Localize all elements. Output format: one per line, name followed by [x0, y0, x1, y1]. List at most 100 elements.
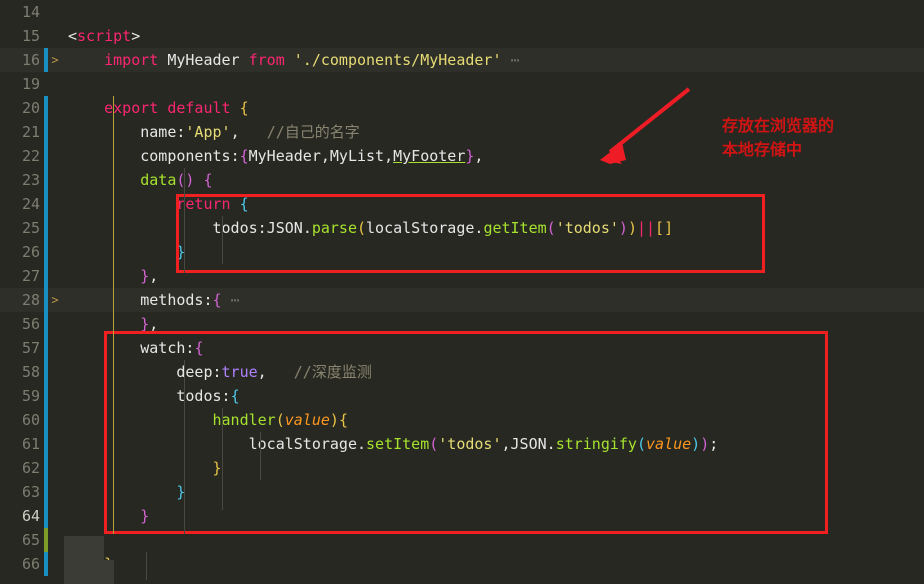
fold-gutter-spacer [48, 24, 62, 48]
fold-gutter-spacer [48, 336, 62, 360]
code-line-24[interactable]: 24 return { [0, 192, 924, 216]
code-line-60[interactable]: 60 handler(value){ [0, 408, 924, 432]
code-line-content[interactable]: } [62, 552, 924, 576]
code-line-content[interactable] [62, 72, 924, 96]
code-line-content[interactable]: import MyHeader from './components/MyHea… [62, 48, 924, 72]
code-line-16[interactable]: 16 > import MyHeader from './components/M… [0, 48, 924, 72]
code-line-content[interactable]: return { [62, 192, 924, 216]
code-token: //自己的名字 [266, 123, 360, 141]
fold-gutter-spacer [48, 360, 62, 384]
fold-expand-icon[interactable]: > [48, 288, 62, 312]
code-lines-container[interactable]: 14 15 <script> 16 > import MyHeader from './… [0, 0, 924, 576]
code-token: . [302, 219, 312, 237]
code-token: ( [275, 411, 285, 429]
code-line-content[interactable]: todos:JSON.parse(localStorage.getItem('t… [62, 216, 924, 240]
code-line-content[interactable]: data() { [62, 168, 924, 192]
code-line-19[interactable]: 19 [0, 72, 924, 96]
code-line-59[interactable]: 59 todos:{ [0, 384, 924, 408]
code-line-66[interactable]: 66 } [0, 552, 924, 576]
fold-gutter-spacer [48, 384, 62, 408]
fold-gutter-spacer [48, 528, 62, 552]
fold-gutter-spacer [48, 72, 62, 96]
code-token: , [320, 147, 330, 165]
code-line-28[interactable]: 28 > methods:{ ⋯ [0, 288, 924, 312]
code-line-content[interactable]: }, [62, 264, 924, 288]
code-line-62[interactable]: 62 } [0, 456, 924, 480]
indent-guide [184, 360, 185, 534]
code-line-content[interactable]: watch:{ [62, 336, 924, 360]
code-line-64[interactable]: 64 } [0, 504, 924, 528]
code-token: ( [546, 219, 556, 237]
code-line-57[interactable]: 57 watch:{ [0, 336, 924, 360]
code-token: ( [636, 435, 646, 453]
code-token: MyList [329, 147, 385, 165]
line-number-26: 26 [21, 243, 40, 261]
fold-gutter-spacer [48, 144, 62, 168]
code-token: JSON [266, 219, 303, 237]
line-number-15: 15 [21, 27, 40, 45]
code-line-content[interactable] [62, 528, 924, 552]
code-line-content[interactable]: } [62, 504, 924, 528]
code-line-content[interactable]: } [62, 480, 924, 504]
fold-gutter-spacer [48, 168, 62, 192]
line-number-65: 65 [21, 531, 40, 549]
fold-gutter-spacer [48, 216, 62, 240]
code-line-14[interactable]: 14 [0, 0, 924, 24]
code-token: } [140, 507, 150, 525]
code-line-26[interactable]: 26 } [0, 240, 924, 264]
code-token: watch [140, 339, 186, 357]
code-line-content[interactable] [62, 0, 924, 24]
line-number-21: 21 [21, 123, 40, 141]
code-line-23[interactable]: 23 data() { [0, 168, 924, 192]
code-line-15[interactable]: 15 <script> [0, 24, 924, 48]
code-line-25[interactable]: 25 todos:JSON.parse(localStorage.getItem… [0, 216, 924, 240]
code-line-63[interactable]: 63 } [0, 480, 924, 504]
code-token: './components/MyHeader' [293, 51, 502, 69]
code-token: < [68, 27, 78, 45]
line-number-57: 57 [21, 339, 40, 357]
code-token: { [239, 147, 249, 165]
indent-guide [222, 216, 223, 264]
code-line-content[interactable]: deep:true, //深度监测 [62, 360, 924, 384]
code-line-content[interactable]: } [62, 456, 924, 480]
code-token: todos [212, 219, 258, 237]
code-token: JSON [510, 435, 547, 453]
code-token: 'todos' [555, 219, 619, 237]
code-line-content[interactable]: } [62, 240, 924, 264]
code-token: ] [664, 219, 674, 237]
code-line-content[interactable]: todos:{ [62, 384, 924, 408]
code-line-content[interactable]: handler(value){ [62, 408, 924, 432]
code-token: : [257, 219, 267, 237]
code-token: deep [176, 363, 213, 381]
code-token: { [239, 99, 249, 117]
code-token: , [149, 267, 159, 285]
code-token: name [140, 123, 177, 141]
code-token: } [140, 267, 150, 285]
code-line-56[interactable]: 56 }, [0, 312, 924, 336]
code-line-58[interactable]: 58 deep:true, //深度监测 [0, 360, 924, 384]
fold-expand-icon[interactable]: > [48, 48, 62, 72]
line-number-27: 27 [21, 267, 40, 285]
code-line-content[interactable]: localStorage.setItem('todos',JSON.string… [62, 432, 924, 456]
code-line-content[interactable]: methods:{ ⋯ [62, 288, 924, 312]
code-editor-view[interactable]: 14 15 <script> 16 > import MyHeader from './… [0, 0, 924, 584]
code-line-61[interactable]: 61 localStorage.setItem('todos',JSON.str… [0, 432, 924, 456]
fold-gutter-spacer [48, 240, 62, 264]
code-token: ) [700, 435, 710, 453]
code-token: , [149, 315, 159, 333]
code-line-27[interactable]: 27 }, [0, 264, 924, 288]
code-token: MyHeader [167, 51, 240, 69]
code-line-content[interactable]: }, [62, 312, 924, 336]
code-line-content[interactable]: <script> [62, 24, 924, 48]
code-line-65[interactable]: 65 [0, 528, 924, 552]
